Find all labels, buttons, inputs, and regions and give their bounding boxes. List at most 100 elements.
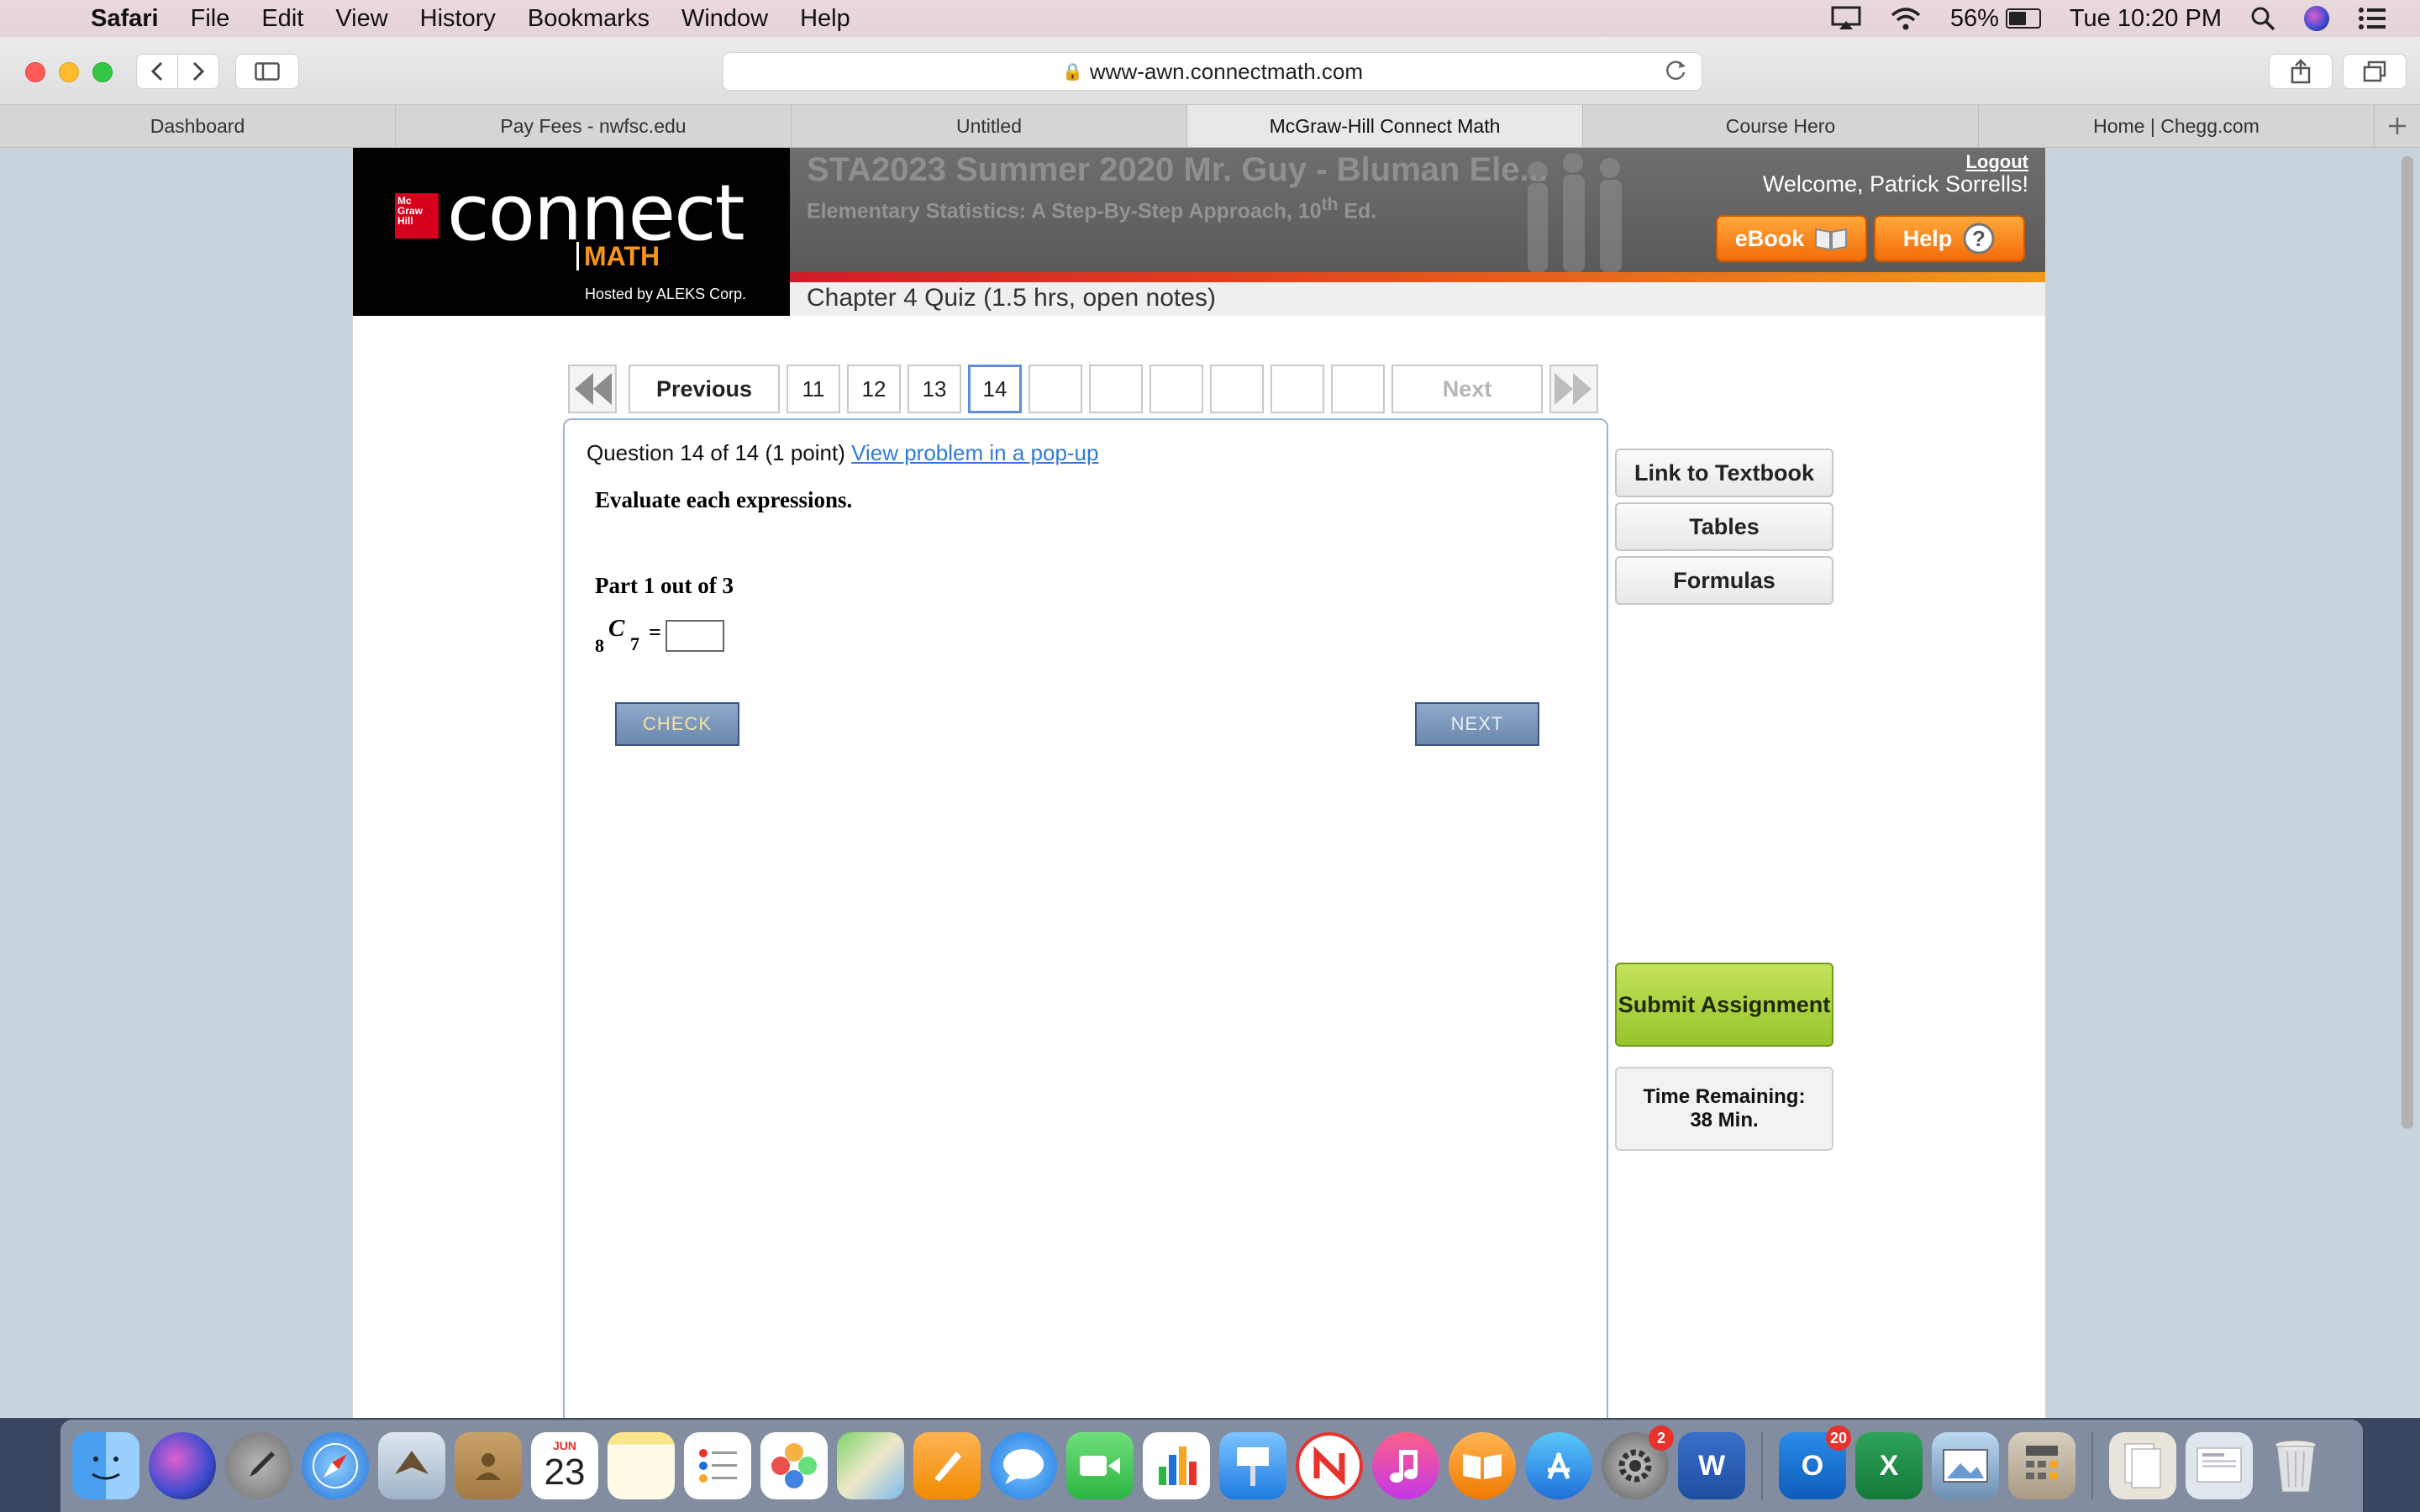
menu-edit[interactable]: Edit	[261, 5, 303, 33]
numbers-icon[interactable]	[1143, 1432, 1210, 1499]
answer-input[interactable]	[666, 620, 724, 652]
menu-file[interactable]: File	[191, 5, 230, 33]
contacts-icon[interactable]	[455, 1432, 522, 1499]
dock-separator	[2091, 1432, 2093, 1499]
app-store-icon[interactable]	[1525, 1432, 1592, 1499]
new-tab-button[interactable]	[2375, 105, 2420, 147]
rocket-icon	[250, 1452, 275, 1477]
system-preferences-icon[interactable]: 2	[1602, 1425, 1674, 1499]
books-icon[interactable]	[1449, 1432, 1516, 1499]
reminders-icon[interactable]	[684, 1432, 751, 1499]
notification-center-icon[interactable]	[2358, 7, 2386, 30]
plus-icon	[2389, 118, 2406, 134]
menu-app-safari[interactable]: Safari	[91, 5, 159, 33]
next-page-button[interactable]: Next	[1392, 365, 1543, 413]
last-question-button[interactable]	[1549, 365, 1598, 413]
formulas-button[interactable]: Formulas	[1615, 556, 1833, 605]
menu-clock[interactable]: Tue 10:20 PM	[2070, 5, 2222, 33]
wifi-icon[interactable]	[1890, 6, 1922, 31]
link-to-textbook-button[interactable]: Link to Textbook	[1615, 449, 1833, 497]
page-13-button[interactable]: 13	[908, 365, 961, 413]
tab-connect-math[interactable]: McGraw-Hill Connect Math	[1187, 105, 1583, 147]
popup-link[interactable]: View problem in a pop-up	[851, 440, 1098, 465]
tables-button[interactable]: Tables	[1615, 502, 1833, 551]
finder-icon[interactable]	[72, 1432, 139, 1499]
gear-icon	[1618, 1449, 1652, 1483]
keynote-icon[interactable]	[1219, 1432, 1286, 1499]
excel-icon[interactable]: X	[1855, 1432, 1923, 1499]
page-12-button[interactable]: 12	[847, 365, 901, 413]
spotlight-search-icon[interactable]	[2250, 6, 2275, 31]
reload-icon[interactable]	[1663, 58, 1688, 83]
help-button[interactable]: Help ?	[1874, 215, 2025, 262]
ebook-button[interactable]: eBook	[1716, 215, 1867, 262]
tab-dashboard[interactable]: Dashboard	[0, 105, 396, 147]
expr-equals: =	[649, 620, 661, 644]
safari-dock-icon[interactable]	[302, 1432, 369, 1499]
page-scrollbar[interactable]	[2402, 156, 2413, 1129]
window-minimize-button[interactable]	[59, 62, 79, 82]
facetime-icon[interactable]	[1066, 1432, 1134, 1499]
logout-link[interactable]: Logout	[1965, 151, 2028, 173]
calculator-icon[interactable]	[2008, 1432, 2075, 1499]
window-zoom-button[interactable]	[92, 62, 113, 82]
submit-assignment-button[interactable]: Submit Assignment	[1615, 963, 1833, 1047]
downloads-stack-icon[interactable]	[2186, 1432, 2253, 1499]
airplay-icon[interactable]	[1831, 6, 1861, 31]
music-icon[interactable]	[1372, 1432, 1439, 1499]
previous-button[interactable]: Previous	[629, 365, 780, 413]
video-camera-icon	[1080, 1456, 1120, 1476]
maps-icon[interactable]	[837, 1432, 904, 1499]
outlook-badge: 20	[1826, 1425, 1851, 1451]
pages-icon[interactable]	[913, 1432, 981, 1499]
outlook-o-icon: O	[1801, 1449, 1824, 1482]
tab-untitled[interactable]: Untitled	[792, 105, 1187, 147]
preview-icon[interactable]	[1932, 1432, 1999, 1499]
check-button[interactable]: CHECK	[615, 702, 739, 746]
connect-math-logo[interactable]: Mc Graw Hill connect MATH Hosted by ALEKS …	[353, 148, 790, 316]
photo-viewer-icon	[1943, 1449, 1988, 1483]
back-button[interactable]	[136, 54, 178, 89]
page-14-button[interactable]: 14	[968, 365, 1022, 413]
calendar-month: JUN	[552, 1439, 576, 1452]
first-question-button[interactable]	[568, 365, 617, 413]
menu-bookmarks[interactable]: Bookmarks	[528, 5, 650, 33]
tab-overview-button[interactable]	[2343, 54, 2407, 89]
next-button[interactable]: NEXT	[1415, 702, 1539, 746]
document-preview-icon	[2196, 1447, 2242, 1483]
siri-dock-icon[interactable]	[149, 1432, 216, 1499]
svg-text:?: ?	[1972, 226, 1986, 251]
page-11-button[interactable]: 11	[786, 365, 840, 413]
mail-eagle-icon[interactable]	[378, 1432, 445, 1499]
calendar-icon[interactable]: JUN 23	[531, 1432, 598, 1499]
outlook-icon[interactable]: O 20	[1779, 1425, 1851, 1499]
tab-course-hero[interactable]: Course Hero	[1583, 105, 1979, 147]
tab-pay-fees[interactable]: Pay Fees - nwfsc.edu	[396, 105, 792, 147]
messages-icon[interactable]	[990, 1432, 1057, 1499]
window-close-button[interactable]	[25, 62, 45, 82]
expr-r: 7	[630, 633, 639, 654]
notes-icon[interactable]	[608, 1432, 675, 1499]
web-page: Mc Graw Hill connect MATH Hosted by ALEKS …	[0, 148, 2420, 1418]
address-bar[interactable]: 🔒 www-awn.connectmath.com	[723, 52, 1702, 91]
word-icon[interactable]: W	[1678, 1432, 1745, 1499]
battery-status[interactable]: 56%	[1950, 5, 2041, 33]
podium-icon	[1237, 1447, 1269, 1486]
siri-icon[interactable]	[2304, 6, 2329, 31]
sidebar-toggle-button[interactable]	[235, 54, 299, 89]
menu-view[interactable]: View	[335, 5, 387, 33]
launchpad-icon[interactable]	[225, 1432, 292, 1499]
system-preferences-badge: 2	[1649, 1425, 1674, 1451]
photos-icon[interactable]	[760, 1432, 828, 1499]
page-empty-button	[1210, 365, 1264, 413]
trash-icon[interactable]	[2262, 1432, 2329, 1499]
forward-button[interactable]	[177, 54, 219, 89]
tab-chegg[interactable]: Home | Chegg.com	[1979, 105, 2375, 147]
menu-history[interactable]: History	[420, 5, 496, 33]
recent-document-icon[interactable]	[2109, 1432, 2176, 1499]
menu-help[interactable]: Help	[800, 5, 850, 33]
bar-chart-icon	[1159, 1446, 1197, 1485]
news-icon[interactable]	[1296, 1432, 1363, 1499]
menu-window[interactable]: Window	[681, 5, 768, 33]
share-button[interactable]	[2269, 54, 2333, 89]
